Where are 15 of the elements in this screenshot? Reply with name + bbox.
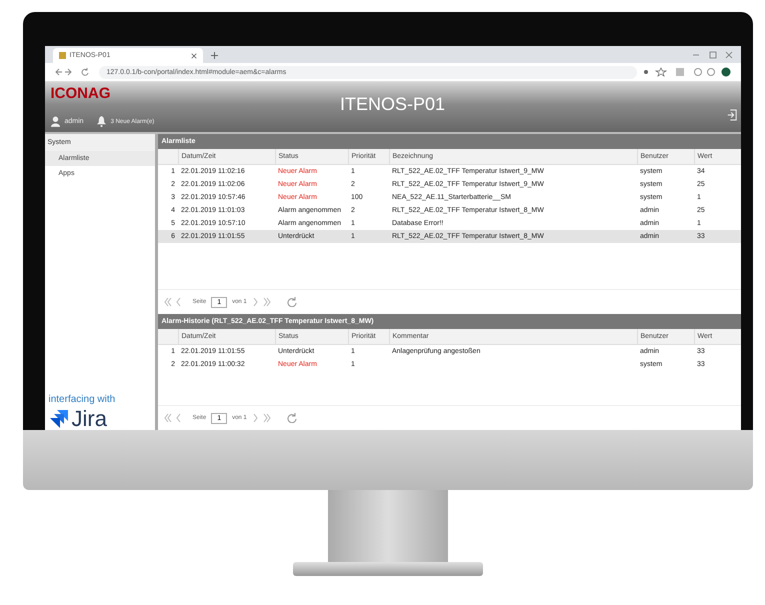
bell-icon[interactable] — [96, 116, 106, 127]
app-title: ITENOS-P01 — [338, 94, 446, 115]
browser-toolbar-icons[interactable] — [642, 67, 732, 77]
logout-icon[interactable] — [726, 108, 736, 122]
jira-logo-icon — [48, 409, 68, 429]
logo-text: ICONAG — [50, 85, 112, 102]
new-tab-icon[interactable] — [210, 52, 218, 59]
brand-name: Jira — [72, 408, 107, 430]
favicon-icon — [58, 52, 66, 59]
close-icon[interactable] — [190, 52, 196, 58]
refresh-icon[interactable] — [286, 413, 297, 423]
window-controls-icon[interactable] — [692, 51, 732, 59]
user-icon — [50, 116, 60, 127]
promo-text: interfacing with — [48, 394, 116, 405]
refresh-icon[interactable] — [286, 297, 297, 307]
